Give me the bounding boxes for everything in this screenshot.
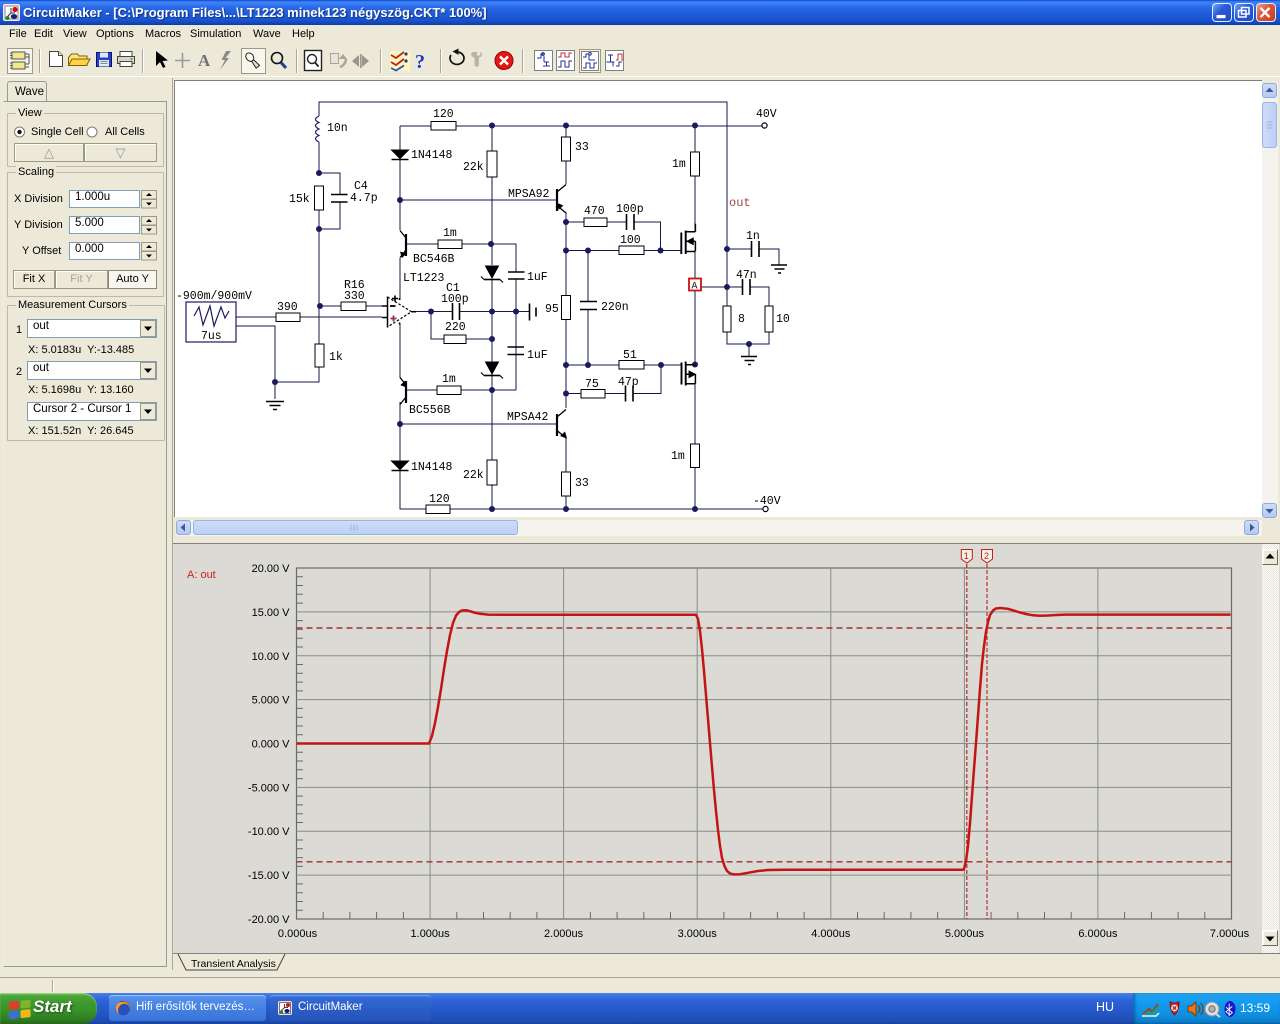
svg-text:-20.00 V: -20.00 V bbox=[248, 914, 290, 926]
svg-text:1n: 1n bbox=[746, 230, 760, 243]
svg-text:1k: 1k bbox=[329, 351, 343, 364]
svg-text:?: ? bbox=[415, 51, 425, 73]
svg-text:BC546B: BC546B bbox=[413, 253, 455, 266]
svg-text:Transient Analysis: Transient Analysis bbox=[191, 958, 276, 970]
svg-text:1N4148: 1N4148 bbox=[411, 149, 453, 162]
svg-text:A: A bbox=[198, 51, 211, 70]
svg-text:BC556B: BC556B bbox=[409, 404, 451, 417]
svg-text:10.00 V: 10.00 V bbox=[252, 651, 291, 663]
svg-text:120: 120 bbox=[433, 108, 454, 121]
svg-text:A: A bbox=[692, 282, 698, 293]
svg-text:10: 10 bbox=[776, 313, 790, 326]
svg-text:1N4148: 1N4148 bbox=[411, 461, 453, 474]
svg-text:1m: 1m bbox=[671, 450, 685, 463]
svg-text:LT1223: LT1223 bbox=[403, 272, 445, 285]
svg-text:out: out bbox=[729, 196, 751, 210]
svg-text:15.00 V: 15.00 V bbox=[252, 607, 291, 619]
svg-text:-40V: -40V bbox=[753, 495, 781, 508]
svg-text:75: 75 bbox=[585, 378, 599, 391]
svg-text:33: 33 bbox=[575, 477, 589, 490]
svg-text:47n: 47n bbox=[736, 269, 757, 282]
svg-text:1uF: 1uF bbox=[527, 349, 548, 362]
svg-text:100: 100 bbox=[620, 234, 641, 247]
svg-text:390: 390 bbox=[277, 301, 298, 314]
svg-text:5.000 V: 5.000 V bbox=[252, 695, 291, 707]
svg-text:MPSA92: MPSA92 bbox=[508, 188, 550, 201]
svg-text:1.000us: 1.000us bbox=[411, 928, 451, 940]
svg-text:8: 8 bbox=[738, 313, 745, 326]
svg-text:6.000us: 6.000us bbox=[1078, 928, 1118, 940]
svg-text:-15.00 V: -15.00 V bbox=[248, 870, 290, 882]
svg-text:2.000us: 2.000us bbox=[544, 928, 584, 940]
svg-text:1m: 1m bbox=[672, 158, 686, 171]
svg-text:1m: 1m bbox=[443, 227, 457, 240]
svg-text:20.00 V: 20.00 V bbox=[252, 563, 291, 575]
svg-text:4.000us: 4.000us bbox=[811, 928, 851, 940]
svg-text:A: out: A: out bbox=[187, 569, 216, 581]
svg-text:1m: 1m bbox=[442, 373, 456, 386]
svg-text:330: 330 bbox=[344, 290, 365, 303]
svg-text:-10.00 V: -10.00 V bbox=[248, 826, 290, 838]
svg-text:33: 33 bbox=[575, 141, 589, 154]
svg-text:2: 2 bbox=[984, 551, 989, 561]
svg-text:40V: 40V bbox=[756, 108, 777, 121]
svg-text:51: 51 bbox=[623, 349, 637, 362]
svg-text:95: 95 bbox=[545, 303, 559, 316]
svg-text:1uF: 1uF bbox=[527, 271, 548, 284]
svg-text:220: 220 bbox=[445, 321, 466, 334]
svg-text:22k: 22k bbox=[463, 161, 484, 174]
svg-text:10n: 10n bbox=[327, 122, 348, 135]
svg-text:22k: 22k bbox=[463, 469, 484, 482]
svg-text:220n: 220n bbox=[601, 301, 629, 314]
svg-text:4.7p: 4.7p bbox=[350, 192, 378, 205]
svg-text:15k: 15k bbox=[289, 193, 310, 206]
svg-text:100p: 100p bbox=[441, 293, 469, 306]
svg-text:0.000us: 0.000us bbox=[278, 928, 318, 940]
svg-text:-5.000 V: -5.000 V bbox=[248, 782, 290, 794]
svg-text:470: 470 bbox=[584, 205, 605, 218]
svg-text:47p: 47p bbox=[618, 376, 639, 389]
svg-text:5.000us: 5.000us bbox=[945, 928, 985, 940]
svg-text:MPSA42: MPSA42 bbox=[507, 411, 549, 424]
svg-text:-900m/900mV: -900m/900mV bbox=[176, 290, 252, 303]
svg-text:3.000us: 3.000us bbox=[678, 928, 718, 940]
svg-text:7us: 7us bbox=[201, 330, 222, 343]
svg-text:100p: 100p bbox=[616, 203, 644, 216]
svg-text:1: 1 bbox=[964, 551, 969, 561]
svg-text:120: 120 bbox=[429, 493, 450, 506]
svg-text:0.000 V: 0.000 V bbox=[252, 739, 291, 751]
svg-text:7.000us: 7.000us bbox=[1210, 928, 1250, 940]
